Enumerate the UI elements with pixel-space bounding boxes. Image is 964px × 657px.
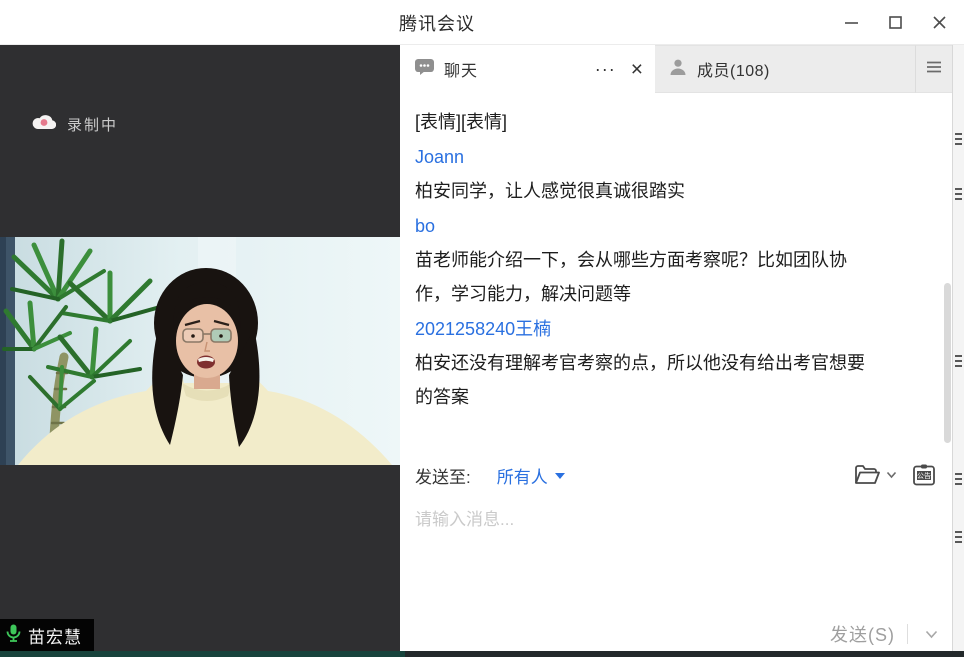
send-to-label: 发送至: <box>415 463 471 488</box>
caret-down-icon <box>555 473 565 479</box>
background-window-strip <box>952 45 964 651</box>
page-title: 腾讯会议 <box>0 0 874 45</box>
message-input[interactable] <box>400 495 952 613</box>
clipped-glyph-fragment <box>955 355 962 367</box>
message-text: 苗老师能介绍一下，会从哪些方面考察呢？比如团队协 作，学习能力，解决问题等 <box>415 243 936 311</box>
messages-list: [表情][表情] Joann 柏安同学，让人感觉很真诚很踏实 bo 苗老师能介绍… <box>400 93 952 457</box>
clipped-glyph-fragment <box>955 473 962 485</box>
minimize-icon <box>844 15 859 30</box>
participant-video[interactable] <box>0 237 401 465</box>
send-button[interactable]: 发送(S) <box>830 621 895 647</box>
clipped-glyph-fragment <box>955 133 962 145</box>
more-options-button[interactable]: ··· <box>595 60 616 78</box>
mic-icon <box>5 623 22 648</box>
tabbar: 聊天 ··· × 成员(108) <box>400 45 952 93</box>
chat-message: Joann 柏安同学，让人感觉很真诚很踏实 <box>415 140 936 208</box>
chat-bubble-icon <box>414 57 435 81</box>
send-to-value: 所有人 <box>497 463 548 488</box>
send-to-selector[interactable]: 所有人 <box>497 463 565 488</box>
message-sender: bo <box>415 209 936 243</box>
close-button[interactable] <box>924 8 954 38</box>
recording-label: 录制中 <box>67 114 118 135</box>
chat-message: 2021258240王楠 柏安还没有理解考官考察的点，所以他没有给出考官想要 的… <box>415 312 936 414</box>
close-icon <box>932 15 947 30</box>
send-row: 发送(S) <box>830 617 942 651</box>
participant-name: 苗宏慧 <box>28 623 82 648</box>
panel-menu-button[interactable] <box>915 45 952 93</box>
tab-members[interactable]: 成员(108) <box>655 45 915 93</box>
message-text: 柏安还没有理解考官考察的点，所以他没有给出考官想要 的答案 <box>415 346 936 414</box>
send-options-button[interactable] <box>920 623 942 645</box>
recording-badge: 录制中 <box>32 113 118 135</box>
chat-message: [表情][表情] <box>415 105 936 139</box>
clipped-glyph-fragment <box>955 531 962 543</box>
background-bottom-strip <box>0 651 964 657</box>
maximize-button[interactable] <box>880 8 910 38</box>
participant-name-tag: 苗宏慧 <box>0 619 94 651</box>
hamburger-icon <box>926 60 942 78</box>
message-sender: 2021258240王楠 <box>415 312 936 346</box>
chat-panel: 聊天 ··· × 成员(108) [表情][表情 <box>400 45 952 651</box>
tab-chat-label: 聊天 <box>444 57 478 81</box>
minimize-button[interactable] <box>836 8 866 38</box>
folder-icon <box>853 463 880 487</box>
chevron-down-icon <box>886 471 897 479</box>
maximize-icon <box>888 15 903 30</box>
tab-members-label: 成员(108) <box>697 57 770 81</box>
cloud-recording-icon <box>32 113 56 135</box>
announcement-button[interactable]: 公告 <box>911 462 937 488</box>
message-text: [表情][表情] <box>415 105 936 139</box>
tab-chat[interactable]: 聊天 ··· × <box>400 45 655 93</box>
send-divider <box>907 624 908 644</box>
person-icon <box>668 57 688 82</box>
close-chat-button[interactable]: × <box>631 59 643 80</box>
chat-scrollbar[interactable] <box>944 283 951 443</box>
chevron-down-icon <box>925 630 938 639</box>
send-to-row: 发送至: 所有人 公告 <box>400 457 952 493</box>
video-panel: 录制中 <box>0 45 400 651</box>
message-sender: Joann <box>415 140 936 174</box>
announcement-icon-text: 公告 <box>917 471 931 480</box>
chat-message: bo 苗老师能介绍一下，会从哪些方面考察呢？比如团队协 作，学习能力，解决问题等 <box>415 209 936 311</box>
file-folder-button[interactable] <box>853 463 880 487</box>
window-titlebar: 腾讯会议 <box>0 0 964 45</box>
clipped-glyph-fragment <box>955 188 962 200</box>
message-text: 柏安同学，让人感觉很真诚很踏实 <box>415 174 936 208</box>
announcement-icon: 公告 <box>911 462 937 488</box>
video-scene <box>0 237 401 465</box>
folder-dropdown-button[interactable] <box>886 471 897 479</box>
